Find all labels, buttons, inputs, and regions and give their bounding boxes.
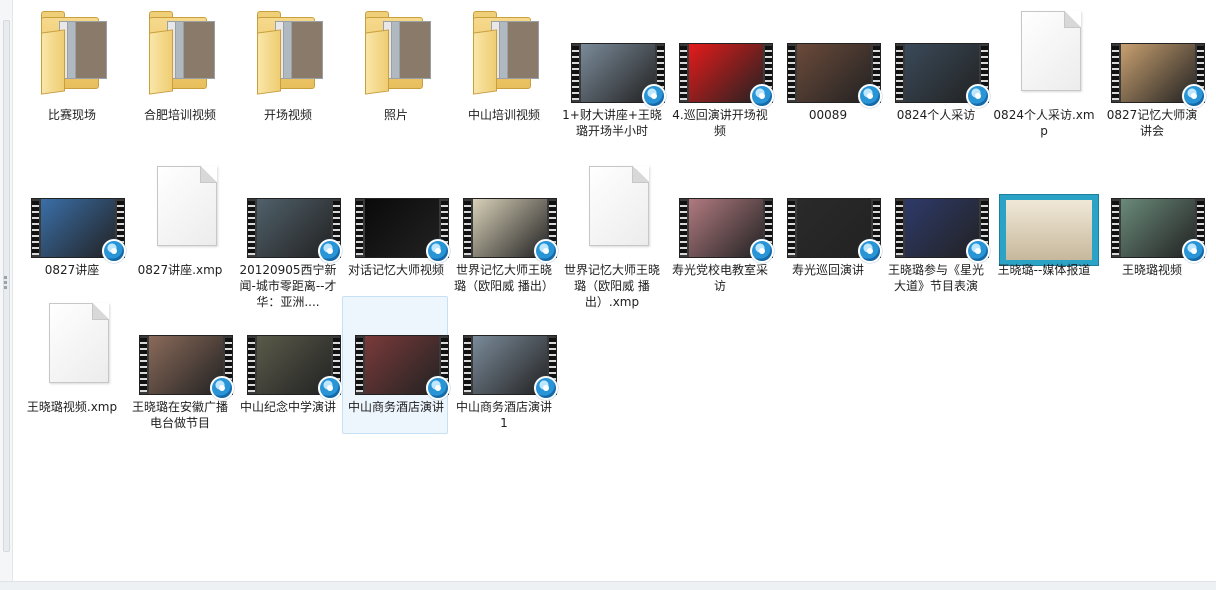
file-item[interactable]: 对话记忆大师视频 bbox=[342, 159, 450, 297]
file-name-label: 王晓璐视频.xmp bbox=[26, 400, 118, 414]
file-item[interactable]: 开场视频 bbox=[234, 4, 340, 142]
video-thumbnail-icon bbox=[235, 160, 342, 263]
file-item[interactable]: 1+财大讲座+王晓璐开场半小时 bbox=[558, 4, 666, 142]
file-name-label: 合肥培训视频 bbox=[143, 108, 216, 122]
file-name-label: 0827讲座.xmp bbox=[137, 263, 223, 277]
file-item[interactable]: 中山商务酒店演讲1 bbox=[450, 296, 558, 434]
file-item[interactable]: 中山商务酒店演讲 bbox=[342, 296, 450, 434]
video-thumbnail-icon bbox=[775, 160, 882, 263]
file-name-label: 0827讲座 bbox=[44, 263, 100, 277]
video-thumbnail-icon bbox=[451, 160, 558, 263]
file-item[interactable]: 王晓璐参与《星光大道》节目表演 bbox=[882, 159, 990, 297]
file-item[interactable]: 比赛现场 bbox=[18, 4, 124, 142]
file-name-label: 王晓璐在安徽广播电台做节目 bbox=[131, 400, 228, 430]
folder-icon bbox=[19, 5, 125, 105]
folder-icon bbox=[127, 5, 233, 105]
document-file-icon bbox=[991, 5, 1097, 105]
file-name-label: 中山培训视频 bbox=[467, 108, 540, 122]
document-file-icon bbox=[559, 160, 665, 260]
file-name-label: 中山纪念中学演讲 bbox=[239, 400, 336, 414]
image-thumbnail-icon bbox=[991, 160, 1099, 266]
grip-dot bbox=[4, 286, 7, 289]
video-thumbnail-icon bbox=[883, 160, 990, 263]
video-thumbnail-icon bbox=[451, 297, 558, 400]
file-item[interactable]: 0827讲座.xmp bbox=[126, 159, 232, 297]
video-thumbnail-icon bbox=[1099, 5, 1206, 108]
file-name-label: 寿光巡回演讲 bbox=[791, 263, 864, 277]
file-item[interactable]: 0827讲座 bbox=[18, 159, 126, 297]
file-item[interactable]: 中山纪念中学演讲 bbox=[234, 296, 342, 434]
file-item[interactable]: 00089 bbox=[774, 4, 882, 142]
file-name-label: 王晓璐--媒体报道 bbox=[997, 263, 1091, 277]
video-thumbnail-icon bbox=[19, 160, 126, 263]
video-thumbnail-icon bbox=[559, 5, 666, 108]
file-name-label: 照片 bbox=[383, 108, 408, 122]
video-thumbnail-icon bbox=[775, 5, 882, 108]
file-name-label: 中山商务酒店演讲1 bbox=[455, 400, 552, 430]
file-item[interactable]: 照片 bbox=[342, 4, 448, 142]
file-item[interactable]: 4.巡回演讲开场视频 bbox=[666, 4, 774, 142]
video-thumbnail-icon bbox=[343, 297, 450, 400]
file-name-label: 比赛现场 bbox=[47, 108, 96, 122]
file-item[interactable]: 世界记忆大师王晓璐（欧阳威 播出） bbox=[450, 159, 558, 297]
grip-dot bbox=[4, 276, 7, 279]
file-item[interactable]: 王晓璐视频.xmp bbox=[18, 296, 124, 434]
file-name-label: 0824个人采访.xmp bbox=[993, 108, 1095, 138]
video-thumbnail-icon bbox=[235, 297, 342, 400]
file-name-label: 4.巡回演讲开场视频 bbox=[672, 108, 768, 138]
folder-icon bbox=[451, 5, 557, 105]
file-name-label: 00089 bbox=[808, 108, 848, 122]
file-item[interactable]: 王晓璐视频 bbox=[1098, 159, 1206, 297]
file-item[interactable]: 0824个人采访.xmp bbox=[990, 4, 1096, 142]
file-item[interactable]: 0824个人采访 bbox=[882, 4, 990, 142]
video-thumbnail-icon bbox=[127, 297, 234, 400]
file-name-label: 世界记忆大师王晓璐（欧阳威 播出）.xmp bbox=[563, 263, 660, 309]
file-name-label: 0824个人采访 bbox=[896, 108, 976, 122]
file-item[interactable]: 王晓璐--媒体报道 bbox=[990, 159, 1099, 297]
file-name-label: 世界记忆大师王晓璐（欧阳威 播出） bbox=[454, 263, 554, 293]
file-item[interactable]: 王晓璐在安徽广播电台做节目 bbox=[126, 296, 234, 434]
file-name-label: 对话记忆大师视频 bbox=[347, 263, 444, 277]
video-thumbnail-icon bbox=[883, 5, 990, 108]
file-item[interactable]: 世界记忆大师王晓璐（欧阳威 播出）.xmp bbox=[558, 159, 665, 309]
video-thumbnail-icon bbox=[667, 160, 774, 263]
video-thumbnail-icon bbox=[667, 5, 774, 108]
folder-icon bbox=[235, 5, 341, 105]
document-file-icon bbox=[127, 160, 233, 260]
file-item[interactable]: 20120905西宁新闻-城市零距离--才华：亚洲.... bbox=[234, 159, 342, 309]
file-name-label: 1+财大讲座+王晓璐开场半小时 bbox=[562, 108, 662, 138]
video-thumbnail-icon bbox=[343, 160, 450, 263]
file-name-label: 王晓璐参与《星光大道》节目表演 bbox=[887, 263, 984, 293]
document-file-icon bbox=[19, 297, 125, 397]
file-item[interactable]: 0827记忆大师演讲会 bbox=[1098, 4, 1206, 142]
folder-icon bbox=[343, 5, 449, 105]
horizontal-scroll-edge[interactable] bbox=[0, 581, 1216, 590]
file-name-label: 开场视频 bbox=[263, 108, 312, 122]
file-item[interactable]: 中山培训视频 bbox=[450, 4, 556, 142]
file-name-label: 王晓璐视频 bbox=[1121, 263, 1182, 277]
file-name-label: 中山商务酒店演讲 bbox=[347, 400, 444, 414]
file-item[interactable]: 合肥培训视频 bbox=[126, 4, 232, 142]
left-scroll-edge[interactable] bbox=[0, 0, 13, 590]
video-thumbnail-icon bbox=[1099, 160, 1206, 263]
file-name-label: 寿光党校电教室采访 bbox=[671, 263, 768, 293]
file-item[interactable]: 寿光党校电教室采访 bbox=[666, 159, 774, 297]
file-item[interactable]: 寿光巡回演讲 bbox=[774, 159, 882, 297]
grip-dot bbox=[4, 281, 7, 284]
file-name-label: 0827记忆大师演讲会 bbox=[1106, 108, 1198, 138]
